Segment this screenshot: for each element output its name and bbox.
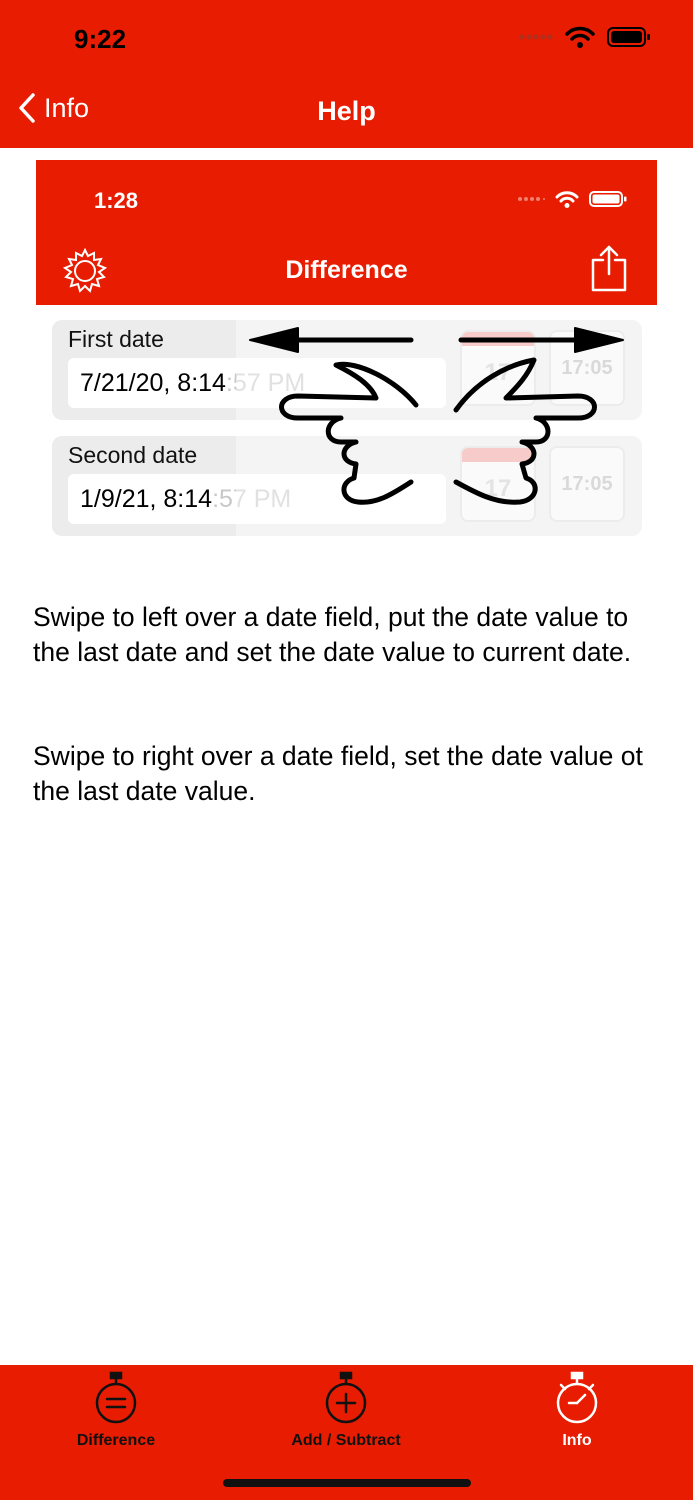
tab-difference[interactable]: Difference xyxy=(1,1371,231,1450)
tab-add-subtract[interactable]: Add / Subtract xyxy=(231,1371,461,1450)
battery-icon xyxy=(607,27,650,47)
tab-info-label: Info xyxy=(562,1432,592,1449)
cellular-signal-icon xyxy=(519,34,553,40)
help-paragraph-swipe-right: Swipe to right over a date field, set th… xyxy=(33,741,643,806)
help-paragraph-swipe-left: Swipe to left over a date field, put the… xyxy=(33,602,632,667)
status-time: 9:22 xyxy=(74,24,127,54)
stopwatch-icon xyxy=(556,1371,598,1424)
left-hand-icon xyxy=(279,361,419,505)
tab-difference-label: Difference xyxy=(76,1432,156,1449)
swipe-gesture-illustration xyxy=(249,327,624,505)
status-icons xyxy=(519,26,651,48)
wifi-icon xyxy=(565,26,595,48)
app-header: 9:22 Info Help xyxy=(0,0,693,148)
right-hand-icon xyxy=(453,357,597,505)
page-title: Help xyxy=(317,96,376,126)
tab-add-subtract-label: Add / Subtract xyxy=(291,1432,401,1449)
home-indicator[interactable] xyxy=(223,1479,471,1487)
tab-info[interactable]: Info xyxy=(462,1371,692,1450)
stopwatch-equals-icon xyxy=(95,1371,137,1424)
stopwatch-plus-icon xyxy=(325,1371,367,1424)
help-illustration: 1:28 Difference First date 7/21/20, 8:14… xyxy=(36,160,657,550)
